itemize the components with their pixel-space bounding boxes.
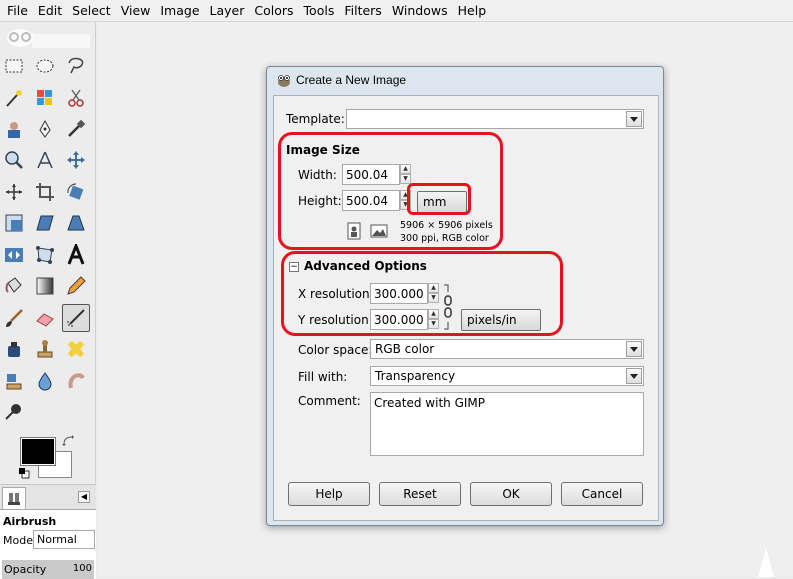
dialog-titlebar[interactable]: Create a New Image: [267, 67, 663, 93]
pencil-icon[interactable]: [62, 272, 90, 300]
tool-options-icon: [8, 492, 20, 505]
foreground-color[interactable]: [20, 437, 56, 466]
menu-filters[interactable]: Filters: [339, 0, 386, 22]
color-picker-icon[interactable]: [62, 115, 90, 143]
menu-image[interactable]: Image: [155, 0, 204, 22]
tab-menu-arrow-icon[interactable]: ◀: [78, 491, 90, 503]
perspective-icon[interactable]: [62, 209, 90, 237]
text-icon[interactable]: [62, 241, 90, 269]
perspective-clone-icon[interactable]: [0, 367, 28, 395]
menu-tools[interactable]: Tools: [299, 0, 340, 22]
advanced-options-highlight: [281, 251, 563, 336]
fill-with-value: Transparency: [375, 369, 456, 383]
menu-layer[interactable]: Layer: [205, 0, 250, 22]
crop-icon[interactable]: [31, 178, 59, 206]
dodge-burn-icon[interactable]: [0, 398, 28, 426]
airbrush-icon[interactable]: [62, 304, 90, 332]
menu-file[interactable]: File: [2, 0, 33, 22]
tool-options-body: Airbrush Mode: Normal Opacity 100: [0, 509, 96, 579]
eraser-icon[interactable]: [31, 304, 59, 332]
menu-help[interactable]: Help: [453, 0, 492, 22]
heal-icon[interactable]: [62, 335, 90, 363]
clone-icon[interactable]: [31, 335, 59, 363]
zoom-icon[interactable]: [0, 146, 28, 174]
fill-with-dropdown-icon[interactable]: [626, 368, 642, 384]
menu-bar: File Edit Select View Image Layer Colors…: [0, 0, 793, 22]
tool-options-tab[interactable]: [2, 487, 26, 509]
ok-button[interactable]: OK: [470, 482, 552, 506]
menu-view[interactable]: View: [116, 0, 156, 22]
scissors-select-icon[interactable]: [62, 84, 90, 112]
color-swatches: [18, 434, 78, 484]
color-select-icon[interactable]: [31, 84, 59, 112]
blend-icon[interactable]: [31, 272, 59, 300]
move-icon[interactable]: [62, 146, 90, 174]
unit-highlight: [407, 183, 471, 215]
paths-icon[interactable]: [31, 115, 59, 143]
template-label: Template:: [286, 112, 345, 126]
smudge-icon[interactable]: [62, 367, 90, 395]
menu-colors[interactable]: Colors: [249, 0, 298, 22]
tool-options-title: Airbrush: [3, 515, 57, 528]
dialog-title: Create a New Image: [296, 73, 407, 87]
mode-select[interactable]: Normal: [33, 530, 95, 549]
blur-sharpen-icon[interactable]: [31, 367, 59, 395]
swap-colors-icon[interactable]: [62, 434, 76, 448]
menu-select[interactable]: Select: [67, 0, 116, 22]
comment-textarea[interactable]: Created with GIMP: [370, 392, 644, 456]
fuzzy-select-icon[interactable]: [0, 84, 28, 112]
color-space-value: RGB color: [375, 342, 435, 356]
template-select[interactable]: [346, 109, 644, 129]
cage-transform-icon[interactable]: [31, 241, 59, 269]
opacity-slider[interactable]: Opacity 100: [2, 560, 94, 579]
ink-icon[interactable]: [0, 335, 28, 363]
color-space-label: Color space:: [298, 343, 373, 357]
color-space-select[interactable]: RGB color: [370, 339, 644, 359]
canvas-corner: [758, 548, 774, 577]
measure-icon[interactable]: [31, 146, 59, 174]
wilber-drop-area-icon[interactable]: [2, 24, 92, 48]
mode-label: Mode:: [3, 534, 37, 547]
tool-options-tabs: ◀: [0, 485, 96, 509]
shear-icon[interactable]: [31, 209, 59, 237]
cancel-button[interactable]: Cancel: [561, 482, 643, 506]
comment-label: Comment:: [298, 394, 361, 408]
opacity-label: Opacity: [4, 563, 47, 576]
gimp-icon: [278, 75, 290, 87]
toolbox: ◀ Airbrush Mode: Normal Opacity 100: [0, 22, 96, 579]
align-icon[interactable]: [0, 178, 28, 206]
fill-with-label: Fill with:: [298, 370, 348, 384]
fill-with-select[interactable]: Transparency: [370, 366, 644, 386]
bucket-fill-icon[interactable]: [0, 272, 28, 300]
paintbrush-icon[interactable]: [0, 304, 28, 332]
rotate-icon[interactable]: [62, 178, 90, 206]
template-dropdown-icon[interactable]: [626, 111, 642, 127]
menu-edit[interactable]: Edit: [33, 0, 67, 22]
ellipse-select-icon[interactable]: [31, 52, 59, 80]
flip-icon[interactable]: [0, 241, 28, 269]
foreground-select-icon[interactable]: [0, 115, 28, 143]
opacity-value: 100: [72, 563, 92, 574]
reset-button[interactable]: Reset: [379, 482, 461, 506]
rect-select-icon[interactable]: [0, 52, 28, 80]
tool-options-panel: ◀ Airbrush Mode: Normal Opacity 100: [0, 484, 96, 579]
default-colors-icon[interactable]: [18, 467, 30, 479]
help-button[interactable]: Help: [288, 482, 370, 506]
color-space-dropdown-icon[interactable]: [626, 341, 642, 357]
free-select-icon[interactable]: [62, 52, 90, 80]
menu-windows[interactable]: Windows: [387, 0, 453, 22]
scale-icon[interactable]: [0, 209, 28, 237]
